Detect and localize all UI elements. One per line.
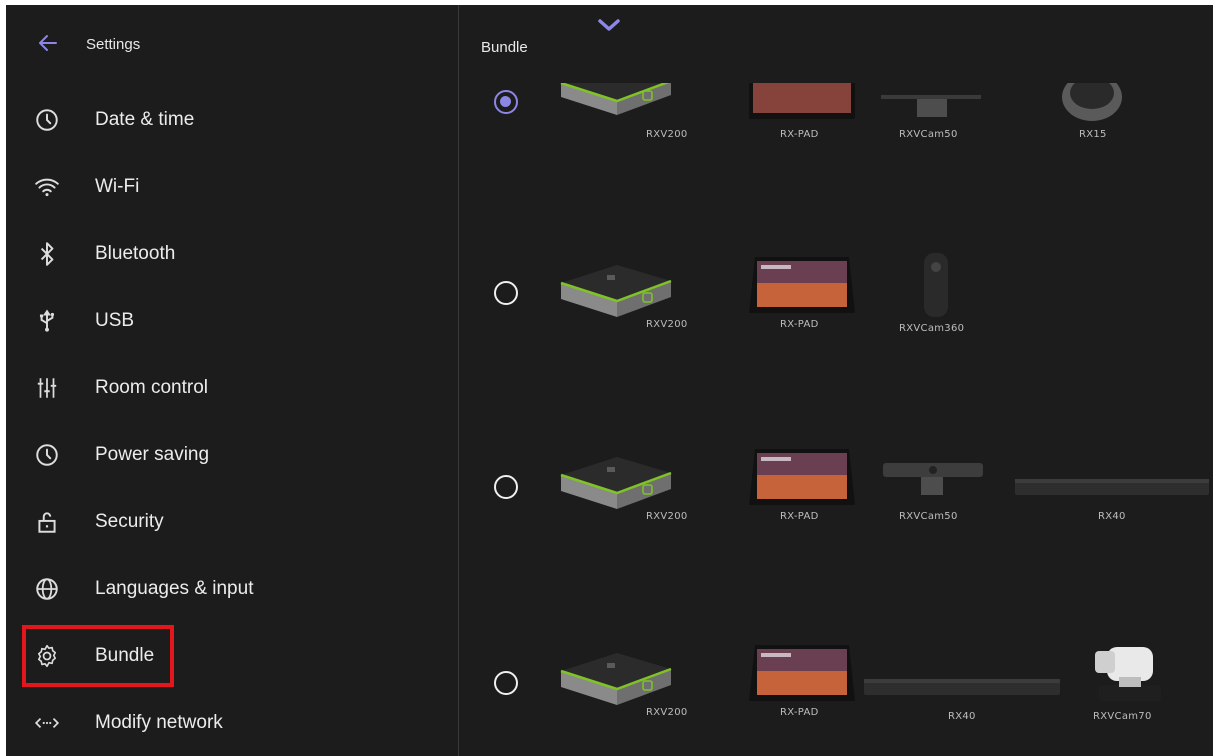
device-label: RXVCam70 [1093,711,1152,722]
sidebar-item-label: Modify network [95,712,223,733]
device-label: RXV200 [646,319,688,330]
rx-pad-image [749,83,855,119]
device-label: RXV200 [646,129,688,140]
device-label: RXVCam50 [899,511,958,522]
sidebar-item-bluetooth[interactable]: Bluetooth [6,221,458,287]
unlock-icon [38,512,56,533]
sidebar-item-modify-network[interactable]: Modify network [6,690,458,756]
sidebar-item-label: Security [95,511,164,532]
rx15-image [1062,83,1122,121]
device-label: RX-PAD [780,511,819,522]
clock-icon [36,109,58,131]
network-code-icon [34,718,60,728]
bundle-option-1[interactable]: RXV200 RX-PAD RXVCam50 RX15 [459,83,1213,163]
globe-icon [36,578,58,600]
rxvcam50-image [883,463,983,495]
bundle-panel: Bundle RXV200 RX-PAD RXVCam50 RX15 RXV20… [459,5,1213,756]
page-title: Settings [86,36,141,53]
sidebar: Settings Date & time Wi-Fi Bluetooth USB… [6,5,458,756]
sidebar-item-date-time[interactable]: Date & time [6,87,458,153]
device-label: RXV200 [646,707,688,718]
device-label: RXVCam360 [899,323,965,334]
sidebar-item-power-saving[interactable]: Power saving [6,422,458,488]
back-arrow-icon[interactable] [36,31,60,55]
sidebar-item-wifi[interactable]: Wi-Fi [6,154,458,220]
device-label: RX40 [948,711,976,722]
sidebar-item-label: USB [95,310,135,331]
device-label: RX15 [1079,129,1107,140]
sidebar-item-label: Room control [95,377,208,398]
settings-screen: Settings Date & time Wi-Fi Bluetooth USB… [6,5,1213,756]
selection-highlight-box [22,625,174,687]
rx-pad-image [749,257,855,313]
sidebar-item-room-control[interactable]: Room control [6,355,458,421]
wifi-icon [35,178,59,197]
sidebar-item-label: Languages & input [95,578,254,599]
device-label: RX-PAD [780,319,819,330]
device-label: RX40 [1098,511,1126,522]
rx-pad-image [749,645,855,701]
clock-icon [36,444,58,466]
bundle-radio-2[interactable] [494,281,518,305]
rxvcam360-image [924,253,948,317]
rxvcam70-image [1095,647,1161,701]
bundle-radio-4[interactable] [494,671,518,695]
sliders-icon [37,378,57,398]
sidebar-item-label: Wi-Fi [95,176,140,197]
sidebar-item-security[interactable]: Security [6,489,458,555]
device-label: RX-PAD [780,707,819,718]
sidebar-item-usb[interactable]: USB [6,288,458,354]
sidebar-item-label: Bluetooth [95,243,176,264]
device-label: RXV200 [646,511,688,522]
bundle-option-3[interactable]: RXV200 RX-PAD RXVCam50 RX40 [459,433,1213,583]
device-label: RX-PAD [780,129,819,140]
bundle-option-4[interactable]: RXV200 RX-PAD RX40 RXVCam70 [459,621,1213,756]
bundle-list: RXV200 RX-PAD RXVCam50 RX15 RXV200 RX-PA… [459,83,1213,756]
sidebar-header: Settings [6,5,458,85]
rx40-image [1015,479,1209,495]
bundle-option-2[interactable]: RXV200 RX-PAD RXVCam360 [459,235,1213,385]
rx40-image [864,679,1060,695]
sidebar-item-label: Date & time [95,109,195,130]
device-label: RXVCam50 [899,129,958,140]
usb-icon [39,309,55,332]
rx-pad-image [749,449,855,505]
bundle-radio-1[interactable] [494,90,518,114]
bundle-radio-3[interactable] [494,475,518,499]
sidebar-item-label: Power saving [95,444,210,465]
rxv200-image [560,83,671,115]
chevron-down-icon[interactable] [596,17,622,35]
bluetooth-icon [40,242,54,266]
panel-title: Bundle [481,39,528,56]
sidebar-item-languages-input[interactable]: Languages & input [6,556,458,622]
rxvcam50-image [881,95,981,117]
